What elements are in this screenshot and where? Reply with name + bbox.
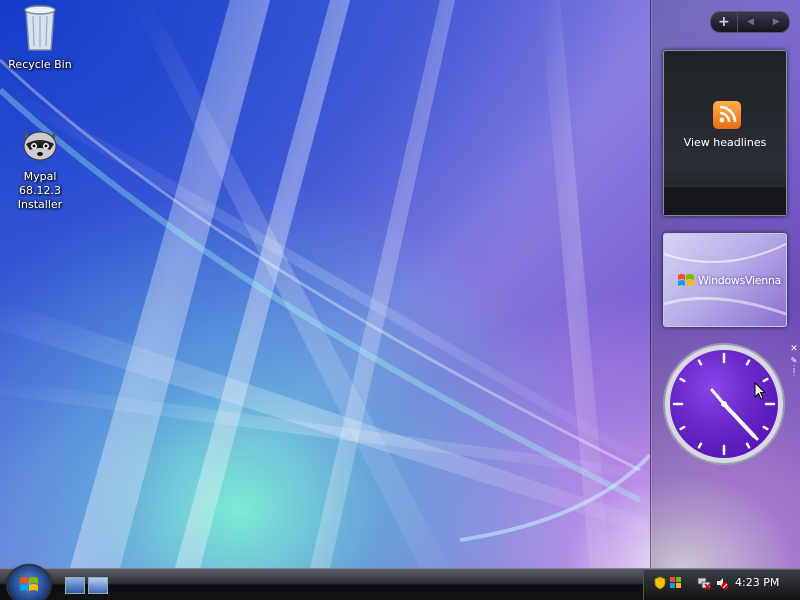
recycle-bin-icon [4, 2, 76, 56]
desktop-icon-recycle-bin[interactable]: Recycle Bin [4, 2, 76, 72]
gadget-drag-handle[interactable]: ⋮ ⋮ [789, 365, 799, 377]
rss-icon [713, 101, 741, 129]
sidebar-controls: + ◀ ▶ [710, 11, 790, 33]
slideshow-caption: WindowsVienna [698, 274, 781, 287]
taskbar-clock[interactable]: 4:23 PM [735, 576, 779, 589]
add-gadget-button[interactable]: + [711, 12, 738, 32]
volume-muted-icon[interactable] [715, 576, 729, 590]
windows-flag-icon [678, 274, 694, 286]
raccoon-installer-icon [4, 120, 76, 168]
next-gadget-page-button[interactable]: ▶ [763, 12, 789, 32]
network-disconnected-icon[interactable] [697, 576, 711, 590]
clock-gadget[interactable] [662, 342, 786, 466]
security-shield-icon[interactable] [653, 576, 667, 590]
slideshow-gadget[interactable]: WindowsVienna [663, 233, 787, 327]
start-button[interactable] [8, 566, 50, 600]
show-desktop-icon[interactable] [65, 577, 85, 594]
windows-update-icon[interactable] [669, 576, 683, 590]
view-headlines-link[interactable]: View headlines [664, 136, 786, 149]
feed-headlines-gadget[interactable]: View headlines [663, 50, 787, 216]
windows-orb-icon [20, 577, 38, 591]
recycle-bin-label: Recycle Bin [8, 58, 72, 71]
mouse-cursor-icon [754, 382, 766, 400]
feed-gadget-footer [664, 186, 786, 215]
switch-windows-icon[interactable] [88, 577, 108, 594]
gadget-toolbar: ✕ ✎ ⋮ ⋮ [789, 343, 799, 377]
desktop-icon-mypal-installer[interactable]: Mypal 68.12.3 Installer [4, 120, 76, 212]
mypal-installer-label: Mypal 68.12.3 Installer [17, 170, 63, 211]
close-gadget-icon[interactable]: ✕ [789, 343, 799, 355]
prev-gadget-page-button[interactable]: ◀ [738, 12, 764, 32]
